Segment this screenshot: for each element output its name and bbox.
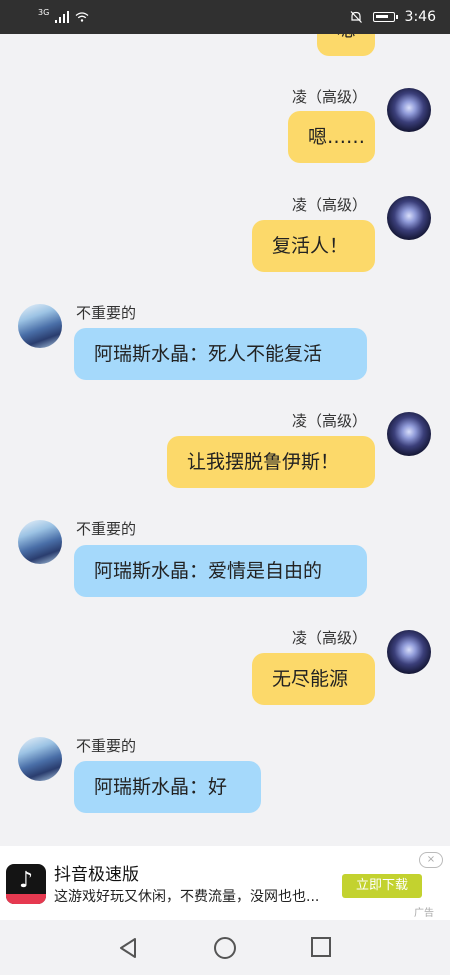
- ad-title[interactable]: 抖音极速版: [54, 860, 139, 885]
- back-icon[interactable]: [118, 937, 138, 959]
- avatar[interactable]: [18, 520, 62, 564]
- message-bubble[interactable]: 嗯……: [288, 111, 375, 163]
- sender-name: 凌（高级）: [292, 412, 368, 430]
- avatar[interactable]: [387, 196, 431, 240]
- home-icon[interactable]: [214, 937, 236, 959]
- status-bar: 3G 3:46: [0, 0, 450, 34]
- sender-name: 不重要的: [76, 737, 137, 755]
- wifi-icon: [75, 12, 89, 22]
- close-icon[interactable]: ×: [419, 852, 443, 868]
- recent-apps-icon[interactable]: [311, 937, 331, 957]
- message-bubble[interactable]: 阿瑞斯水晶：好: [74, 761, 261, 813]
- chat-area[interactable]: 嗯 凌（高级） 嗯…… 凌（高级） 复活人！ 不重要的 阿瑞斯水晶：死人不能复活…: [0, 34, 450, 846]
- sender-name: 凌（高级）: [292, 88, 368, 106]
- avatar[interactable]: [387, 412, 431, 456]
- avatar[interactable]: [18, 737, 62, 781]
- message-bubble[interactable]: 复活人！: [252, 220, 375, 272]
- ad-banner[interactable]: ♪ 抖音极速版 这游戏好玩又休闲，不费流量，没网也也... 立即下载 × 广告: [0, 846, 450, 920]
- sender-name: 凌（高级）: [292, 629, 368, 647]
- message-bubble[interactable]: 无尽能源: [252, 653, 375, 705]
- status-time: 3:46: [404, 9, 436, 25]
- avatar[interactable]: [387, 630, 431, 674]
- ad-label: 广告: [414, 908, 434, 919]
- network-type: 3G: [38, 7, 50, 17]
- sender-name: 不重要的: [76, 520, 137, 538]
- download-button[interactable]: 立即下载: [342, 874, 422, 898]
- ad-description: 这游戏好玩又休闲，不费流量，没网也也...: [54, 889, 320, 905]
- sender-name: 不重要的: [76, 304, 137, 322]
- signal-icon: [55, 11, 70, 23]
- navigation-bar: [0, 920, 450, 975]
- mute-bell-icon: [350, 11, 362, 23]
- sender-name: 凌（高级）: [292, 196, 368, 214]
- message-bubble-partial[interactable]: 嗯: [317, 34, 375, 56]
- battery-icon: [372, 12, 398, 22]
- status-left: 3G: [38, 7, 89, 23]
- avatar[interactable]: [18, 304, 62, 348]
- douyin-app-icon[interactable]: ♪: [6, 864, 46, 904]
- status-right: 3:46: [349, 9, 436, 25]
- message-bubble[interactable]: 让我摆脱鲁伊斯！: [167, 436, 375, 488]
- avatar[interactable]: [387, 88, 431, 132]
- message-bubble[interactable]: 阿瑞斯水晶：死人不能复活: [74, 328, 367, 380]
- message-bubble[interactable]: 阿瑞斯水晶：爱情是自由的: [74, 545, 367, 597]
